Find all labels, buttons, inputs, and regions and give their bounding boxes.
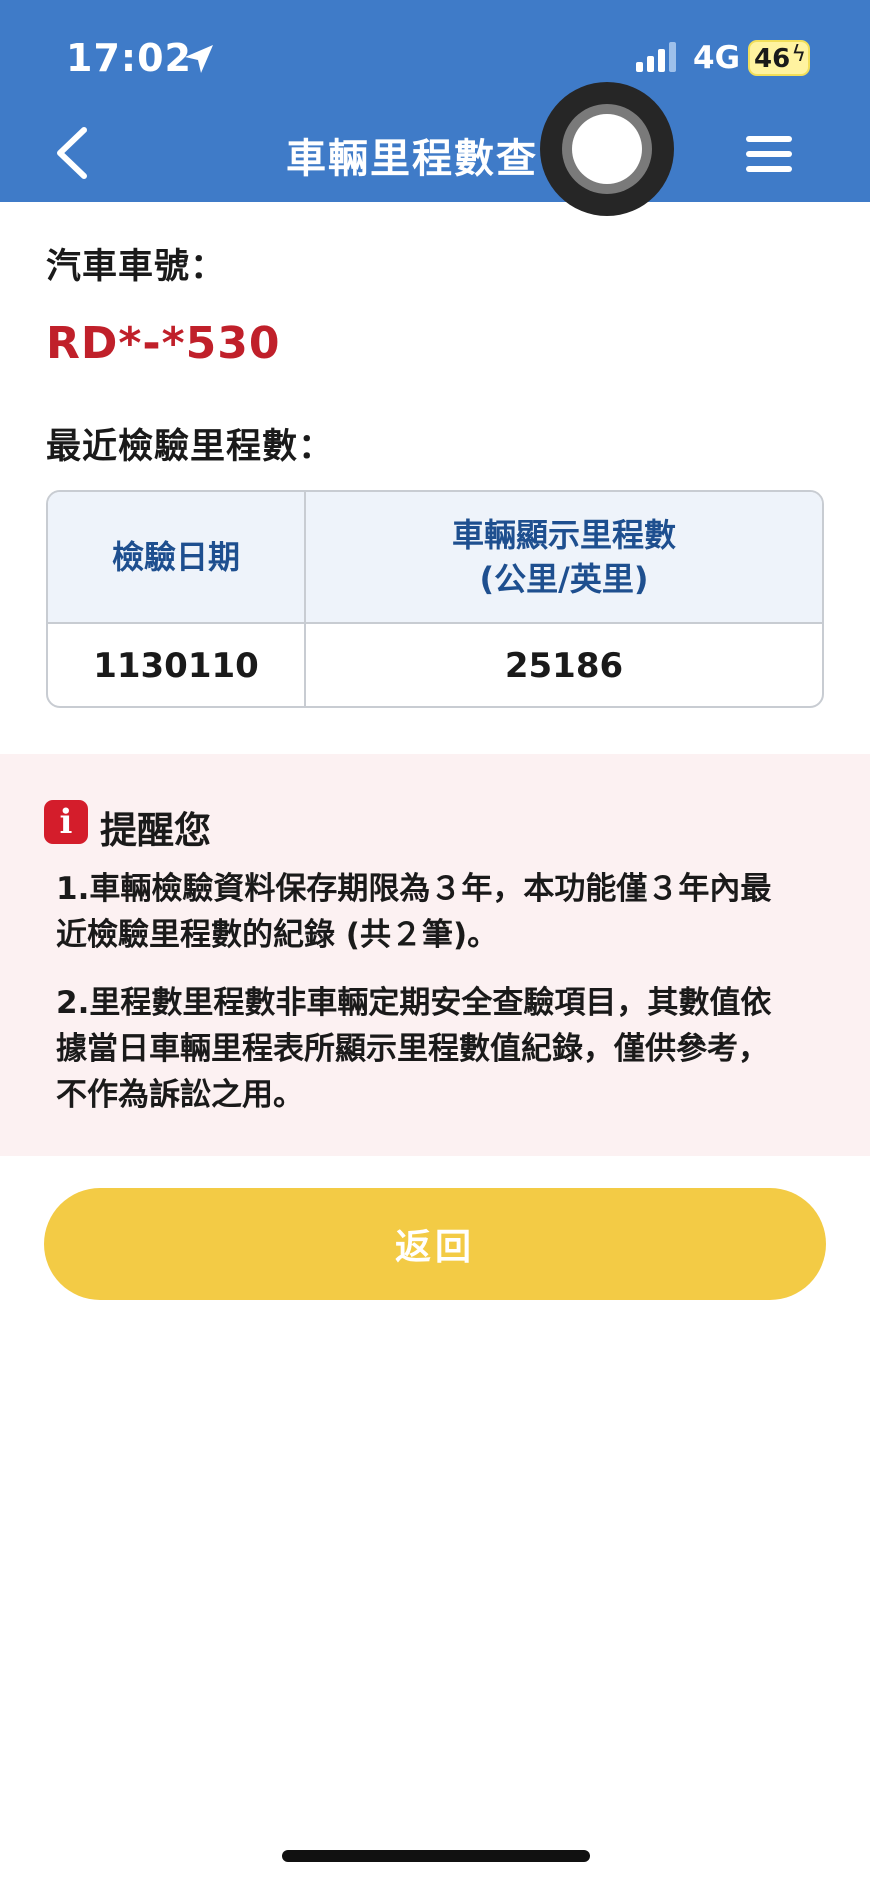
reminder-note-1: 1.車輛檢驗資料保存期限為３年，本功能僅３年內最 近檢驗里程數的紀錄 (共２筆)… [56,866,826,958]
table-cell-mileage: 25186 [504,646,624,686]
back-chevron-icon[interactable] [52,126,92,180]
reminder-note-2-line-1: 2.里程數里程數非車輛定期安全查驗項目，其數值依 [56,985,772,1021]
mileage-table: 檢驗日期 車輛顯示里程數 (公里/英里) 1130110 25186 [46,490,824,708]
battery-indicator: 46 ϟ [748,40,810,76]
signal-icon [636,42,676,72]
table-header-mileage-line1: 車輛顯示里程數 [451,516,676,554]
table-header-date: 檢驗日期 [48,492,306,622]
location-arrow-icon [185,45,213,73]
reminder-note-1-line-2: 近檢驗里程數的紀錄 (共２筆)。 [56,917,499,953]
assistive-touch-ring [562,104,652,194]
home-indicator[interactable] [282,1850,590,1862]
status-time: 17:02 [66,36,192,80]
app-header: 17:02 4G 46 ϟ 車輛里程數查 [0,0,870,202]
network-label: 4G [693,40,741,76]
plate-number: RD*-*530 [46,318,281,369]
return-button[interactable]: 返回 [44,1188,826,1300]
reminder-note-2: 2.里程數里程數非車輛定期安全查驗項目，其數值依 據當日車輛里程表所顯示里程數值… [56,980,826,1118]
battery-level: 46 [754,44,791,74]
assistive-touch-core [572,114,642,184]
reminder-note-1-line-1: 1.車輛檢驗資料保存期限為３年，本功能僅３年內最 [56,871,772,907]
assistive-touch-button[interactable] [540,82,674,216]
page-title: 車輛里程數查 [286,136,538,182]
table-header-mileage: 車輛顯示里程數 (公里/英里) [306,492,822,622]
plate-label: 汽車車號： [46,247,227,287]
reminder-note-2-line-3: 不作為訴訟之用。 [56,1077,304,1113]
reminder-title: 提醒您 [100,809,211,852]
table-cell-date: 1130110 [48,624,306,706]
table-header-mileage-line2: (公里/英里) [479,560,649,598]
reminder-note-2-line-2: 據當日車輛里程表所顯示里程數值紀錄，僅供參考， [56,1031,769,1067]
charging-bolt-icon: ϟ [791,42,806,67]
mileage-section-label: 最近檢驗里程數： [46,427,335,467]
info-icon: i [44,800,88,844]
hamburger-menu-icon[interactable] [746,134,792,174]
